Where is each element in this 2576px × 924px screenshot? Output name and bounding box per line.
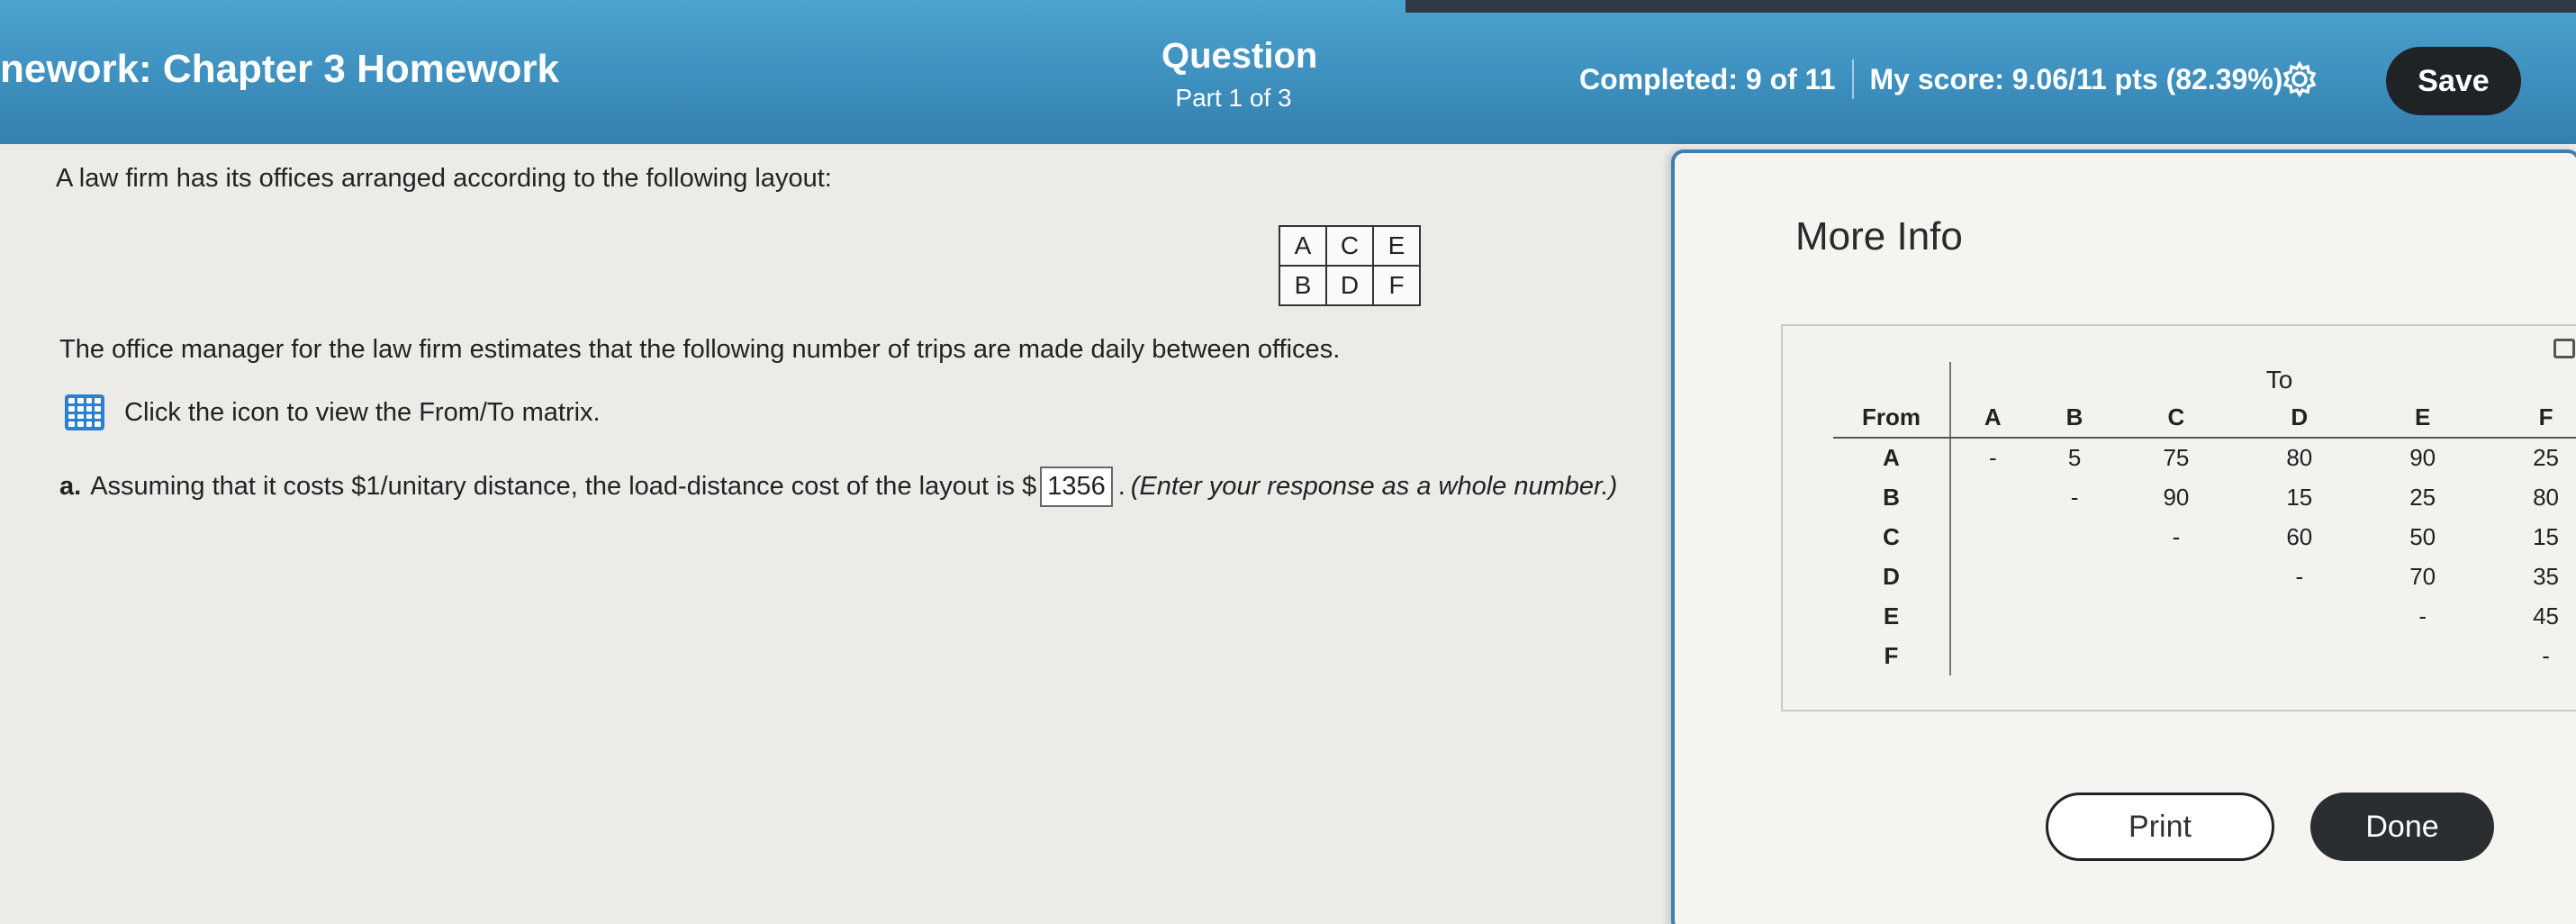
matrix-cell — [1950, 636, 2035, 675]
question-part: Part 1 of 3 — [1175, 84, 1292, 112]
matrix-cell — [2035, 557, 2115, 596]
row-header: C — [1833, 517, 1951, 557]
manager-text: The office manager for the law firm esti… — [59, 335, 1341, 364]
matrix-cell: - — [1988, 444, 1997, 471]
answer-input[interactable]: 1356 — [1040, 467, 1113, 507]
matrix-cell — [2035, 517, 2115, 557]
matrix-cell: - — [2172, 522, 2181, 550]
my-score: My score: 9.06/11 pts (82.39%) — [1869, 62, 2283, 95]
matrix-cell — [2035, 636, 2115, 675]
matrix-link[interactable]: Click the icon to view the From/To matri… — [65, 394, 601, 430]
matrix-cell: 50 — [2409, 522, 2436, 550]
matrix-cell: - — [2295, 562, 2304, 590]
gear-icon[interactable] — [2280, 59, 2319, 99]
row-header: E — [1833, 596, 1951, 636]
from-to-matrix-panel: To From A B C D E F A - 5 75 80 90 25 B … — [1781, 324, 2576, 711]
expand-icon[interactable] — [2553, 339, 2575, 358]
top-header: nework: Chapter 3 Homework Question Part… — [0, 0, 2576, 144]
matrix-cell — [2237, 636, 2361, 675]
matrix-cell: 90 — [2409, 444, 2436, 471]
layout-cell: F — [1372, 265, 1421, 306]
matrix-cell: 35 — [2533, 562, 2560, 590]
more-info-dialog: More Info To From A B C D E F A - 5 75 8… — [1671, 149, 2576, 924]
homework-title: nework: Chapter 3 Homework — [0, 47, 560, 91]
part-a-hint: (Enter your response as a whole number.) — [1130, 472, 1618, 501]
dialog-title: More Info — [1795, 214, 1963, 258]
matrix-cell — [1950, 517, 2035, 557]
row-header: B — [1833, 477, 1951, 517]
table-row: D - 70 35 — [1833, 557, 2576, 596]
layout-cell: A — [1279, 225, 1327, 267]
matrix-cell: 80 — [2533, 483, 2560, 511]
column-header: C — [2114, 398, 2238, 439]
row-header: A — [1833, 438, 1951, 477]
matrix-cell: 60 — [2286, 522, 2313, 550]
matrix-cell — [2237, 596, 2361, 636]
table-grid-icon[interactable] — [65, 394, 104, 430]
part-a-label: a. — [59, 472, 82, 501]
column-header: D — [2237, 398, 2362, 439]
status-divider — [1851, 59, 1854, 99]
matrix-cell: 80 — [2286, 444, 2313, 471]
matrix-cell — [2361, 636, 2484, 675]
matrix-cell — [2035, 596, 2115, 636]
layout-cell: E — [1372, 225, 1421, 267]
matrix-cell: 25 — [2533, 444, 2560, 471]
done-button[interactable]: Done — [2310, 793, 2494, 861]
question-indicator: Question Part 1 of 3 — [1161, 36, 1318, 113]
matrix-cell: 90 — [2163, 483, 2190, 511]
row-header: F — [1833, 636, 1951, 675]
row-header: D — [1833, 557, 1951, 596]
column-header: A — [1950, 398, 2035, 439]
layout-cell: D — [1325, 265, 1374, 306]
matrix-cell — [2114, 596, 2237, 636]
matrix-cell — [1950, 596, 2035, 636]
print-button[interactable]: Print — [2046, 793, 2274, 861]
matrix-link-text: Click the icon to view the From/To matri… — [124, 397, 601, 427]
column-header: F — [2484, 398, 2576, 439]
question-content: A law firm has its offices arranged acco… — [0, 144, 1675, 924]
matrix-cell: - — [2542, 641, 2550, 669]
part-a-text: Assuming that it costs $1/unitary distan… — [90, 472, 1037, 501]
matrix-cell: 25 — [2409, 483, 2436, 511]
from-label: From — [1833, 398, 1951, 439]
layout-cell: B — [1279, 265, 1327, 306]
office-layout-grid: A C E B D F — [1279, 225, 1421, 306]
table-row: E - 45 — [1833, 596, 2576, 636]
matrix-cell — [2114, 557, 2237, 596]
score-status: Completed: 9 of 11 My score: 9.06/11 pts… — [1579, 59, 2282, 99]
table-row: A - 5 75 80 90 25 — [1833, 438, 2576, 477]
layout-cell: C — [1325, 225, 1374, 267]
matrix-cell: - — [2070, 483, 2079, 511]
matrix-cell: 45 — [2533, 602, 2560, 630]
matrix-cell: 5 — [2067, 444, 2082, 471]
save-button[interactable]: Save — [2386, 47, 2521, 115]
matrix-cell — [1950, 477, 2035, 517]
table-row: C - 60 50 15 — [1833, 517, 2576, 557]
column-header: E — [2361, 398, 2485, 439]
from-to-matrix: To From A B C D E F A - 5 75 80 90 25 B … — [1833, 362, 2576, 675]
part-a-end: . — [1117, 472, 1125, 501]
column-header: B — [2034, 398, 2115, 439]
corner-cell — [1833, 362, 1951, 398]
table-row: B - 90 15 25 80 — [1833, 477, 2576, 517]
matrix-cell — [2114, 636, 2237, 675]
matrix-cell: - — [2418, 602, 2427, 630]
problem-intro: A law firm has its offices arranged acco… — [56, 164, 832, 193]
question-label: Question — [1161, 36, 1318, 76]
matrix-cell: 70 — [2409, 562, 2436, 590]
dialog-buttons: Print Done — [2046, 793, 2494, 861]
to-label: To — [2265, 366, 2293, 394]
matrix-cell: 75 — [2163, 444, 2190, 471]
matrix-cell: 15 — [2533, 522, 2560, 550]
top-strip — [1406, 0, 2576, 13]
matrix-cell: 15 — [2286, 483, 2313, 511]
matrix-cell — [1950, 557, 2035, 596]
question-part-a: a. Assuming that it costs $1/unitary dis… — [59, 467, 1617, 507]
completed-count: Completed: 9 of 11 — [1579, 62, 1836, 95]
table-row: F - — [1833, 636, 2576, 675]
